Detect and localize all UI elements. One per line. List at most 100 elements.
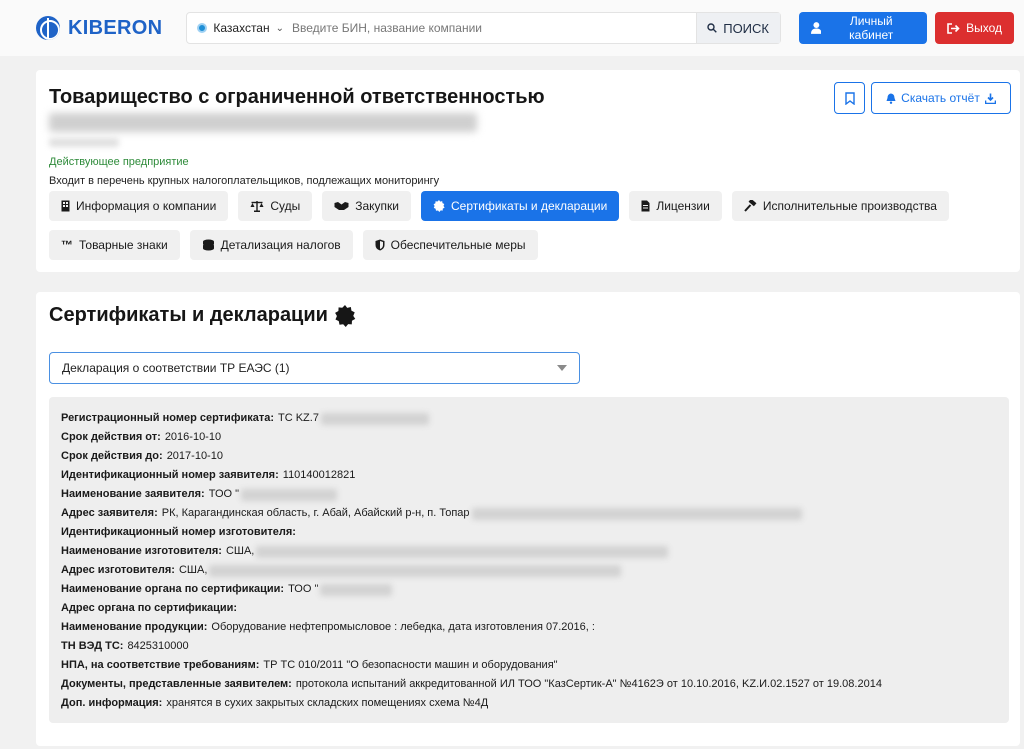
detail-value: ТОО "	[288, 583, 319, 595]
logo[interactable]: KIBERON	[36, 16, 172, 40]
detail-row-reg-number: Регистрационный номер сертификата: ТС KZ…	[61, 409, 997, 428]
detail-row-manufacturer-address: Адрес изготовителя: США,	[61, 561, 997, 580]
detail-row-cert-body-name: Наименование органа по сертификации: ТОО…	[61, 580, 997, 599]
tab-label: Закупки	[355, 199, 399, 213]
tab-licenses[interactable]: Лицензии	[629, 191, 722, 221]
coins-icon	[202, 239, 214, 251]
detail-value: ТОО "	[208, 488, 240, 500]
redacted-value	[209, 564, 622, 577]
certificate-icon	[433, 200, 445, 212]
detail-label: Наименование продукции:	[61, 621, 208, 633]
search-icon	[707, 23, 718, 33]
document-icon	[641, 200, 650, 212]
top-bar: KIBERON Казахстан ⌄ ПОИСК Личный кабинет…	[0, 0, 1024, 56]
region-select[interactable]: Казахстан ⌄	[187, 13, 292, 43]
company-name-redacted	[49, 113, 477, 132]
redacted-value	[241, 488, 338, 501]
company-card: Товарищество с ограниченной ответственно…	[36, 70, 1020, 272]
declaration-type-value: Декларация о соответствии ТР ЕАЭС (1)	[62, 361, 290, 375]
handshake-icon	[334, 202, 349, 210]
detail-label: Документы, представленные заявителем:	[61, 678, 292, 690]
certificate-badge-icon	[335, 304, 356, 327]
detail-value: 8425310000	[127, 640, 189, 652]
detail-label: Адрес заявителя:	[61, 507, 158, 519]
download-icon	[984, 93, 996, 104]
detail-value: США,	[225, 545, 255, 557]
search-button[interactable]: ПОИСК	[695, 13, 780, 43]
detail-value: 110140012821	[282, 469, 356, 481]
detail-label: Адрес органа по сертификации:	[61, 602, 238, 614]
redacted-value	[256, 545, 669, 558]
tab-certificates[interactable]: Сертификаты и декларации	[421, 191, 620, 221]
tab-label: Суды	[270, 199, 301, 213]
tab-label: Лицензии	[656, 199, 710, 213]
detail-row-product-name: Наименование продукции: Оборудование неф…	[61, 618, 997, 637]
detail-label: Срок действия от:	[61, 431, 161, 443]
detail-value: 2017-10-10	[166, 450, 223, 462]
detail-row-documents: Документы, представленные заявителем: пр…	[61, 675, 997, 694]
detail-row-applicant-name: Наименование заявителя: ТОО "	[61, 485, 997, 504]
tab-courts[interactable]: Суды	[238, 191, 313, 221]
detail-label: Идентификационный номер изготовителя:	[61, 526, 296, 538]
redacted-value	[320, 412, 429, 425]
detail-label: Наименование органа по сертификации:	[61, 583, 285, 595]
detail-label: Наименование изготовителя:	[61, 545, 222, 557]
caret-down-icon	[557, 365, 567, 371]
shield-icon	[375, 239, 385, 251]
detail-label: НПА, на соответствие требованиям:	[61, 659, 260, 671]
bookmark-button[interactable]	[834, 82, 865, 114]
logo-text: KIBERON	[68, 16, 163, 39]
detail-label: Срок действия до:	[61, 450, 163, 462]
tab-procurement[interactable]: Закупки	[322, 191, 411, 221]
detail-value: США,	[178, 564, 208, 576]
search-button-label: ПОИСК	[723, 20, 769, 36]
detail-label: ТН ВЭД ТС:	[61, 640, 124, 652]
tab-trademarks[interactable]: ™ Товарные знаки	[49, 230, 180, 260]
company-tabs: Информация о компании Суды Закупки Серти…	[49, 191, 999, 260]
detail-row-manufacturer-name: Наименование изготовителя: США,	[61, 542, 997, 561]
building-icon	[61, 200, 70, 212]
tab-label: Сертификаты и декларации	[451, 199, 608, 213]
user-icon	[810, 22, 822, 34]
tab-company-info[interactable]: Информация о компании	[49, 191, 229, 221]
detail-value: Оборудование нефтепромысловое : лебедка,…	[211, 621, 595, 633]
tab-tax-details[interactable]: Детализация налогов	[189, 230, 353, 260]
detail-row-tn-ved: ТН ВЭД ТС: 8425310000	[61, 637, 997, 656]
redacted-value	[471, 507, 802, 520]
detail-row-applicant-address: Адрес заявителя: РК, Карагандинская обла…	[61, 504, 997, 523]
chevron-down-icon: ⌄	[275, 22, 284, 34]
company-monitoring-note: Входит в перечень крупных налогоплательщ…	[49, 175, 440, 187]
tab-label: Детализация налогов	[220, 238, 341, 252]
detail-value: хранятся в сухих закрытых складских поме…	[166, 697, 489, 709]
personal-cabinet-button[interactable]: Личный кабинет	[798, 12, 928, 44]
bell-icon	[886, 93, 896, 104]
tab-security-measures[interactable]: Обеспечительные меры	[362, 230, 538, 260]
redacted-value	[320, 583, 393, 596]
detail-row-manufacturer-id: Идентификационный номер изготовителя:	[61, 523, 997, 542]
company-title: Товарищество с ограниченной ответственно…	[49, 86, 545, 108]
detail-value: протокола испытаний аккредитованной ИЛ Т…	[295, 678, 882, 690]
search-input[interactable]	[292, 13, 696, 43]
sign-out-icon	[947, 22, 960, 34]
personal-cabinet-label: Личный кабинет	[849, 14, 894, 42]
detail-row-cert-body-address: Адрес органа по сертификации:	[61, 599, 997, 618]
kazakhstan-flag-icon	[197, 23, 208, 33]
gavel-icon	[744, 200, 757, 212]
tab-enforcement[interactable]: Исполнительные производства	[731, 191, 949, 221]
company-bin-redacted	[49, 138, 119, 147]
tab-label: Информация о компании	[76, 199, 217, 213]
detail-label: Регистрационный номер сертификата:	[61, 412, 274, 424]
certificates-card: Сертификаты и декларации Декларация о со…	[36, 292, 1020, 746]
search-bar: Казахстан ⌄ ПОИСК	[186, 12, 781, 44]
exit-button[interactable]: Выход	[935, 12, 1015, 44]
tab-label: Товарные знаки	[79, 238, 168, 252]
download-report-button[interactable]: Скачать отчёт	[871, 82, 1011, 114]
detail-label: Адрес изготовителя:	[61, 564, 175, 576]
detail-label: Доп. информация:	[61, 697, 163, 709]
tab-label: Обеспечительные меры	[390, 238, 526, 252]
detail-label: Идентификационный номер заявителя:	[61, 469, 279, 481]
section-title: Сертификаты и декларации	[49, 304, 356, 327]
logo-globe-icon	[36, 16, 60, 40]
declaration-type-select[interactable]: Декларация о соответствии ТР ЕАЭС (1)	[49, 352, 580, 384]
download-report-label: Скачать отчёт	[901, 91, 980, 105]
